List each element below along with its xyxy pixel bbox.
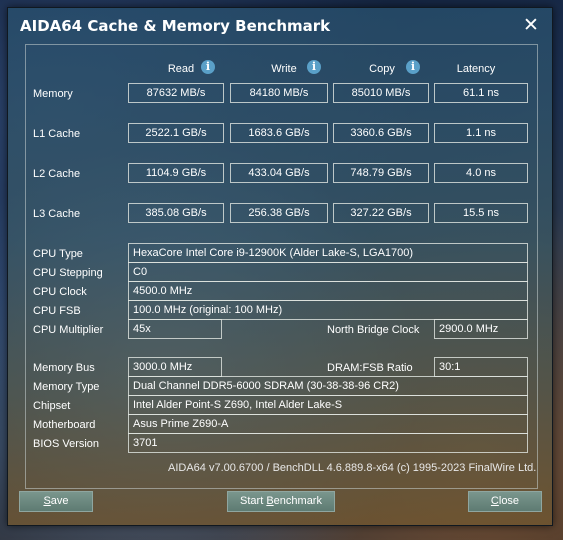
memory-read-value: 87632 MB/s bbox=[128, 83, 224, 103]
memory-bus-label: Memory Bus bbox=[33, 362, 95, 374]
header-write: Write bbox=[271, 63, 297, 75]
memory-latency-value: 61.1 ns bbox=[434, 83, 528, 103]
l1-read-value: 2522.1 GB/s bbox=[128, 123, 224, 143]
l2-read-value: 1104.9 GB/s bbox=[128, 163, 224, 183]
cpu-stepping-value: C0 bbox=[128, 262, 528, 282]
memory-type-label: Memory Type bbox=[33, 381, 100, 393]
close-icon[interactable]: ✕ bbox=[520, 14, 542, 36]
row-label-l1: L1 Cache bbox=[33, 128, 81, 140]
copy-info-icon[interactable]: i bbox=[406, 60, 420, 74]
cpu-type-value: HexaCore Intel Core i9-12900K (Alder Lak… bbox=[128, 243, 528, 263]
header-copy: Copy bbox=[369, 63, 395, 75]
nb-clock-value: 2900.0 MHz bbox=[434, 319, 528, 339]
chipset-value: Intel Alder Point-S Z690, Intel Alder La… bbox=[128, 395, 528, 415]
memory-copy-value: 85010 MB/s bbox=[333, 83, 429, 103]
cpu-type-label: CPU Type bbox=[33, 248, 83, 260]
nb-clock-label: North Bridge Clock bbox=[327, 324, 420, 336]
window-title: AIDA64 Cache & Memory Benchmark bbox=[20, 17, 331, 35]
row-label-l3: L3 Cache bbox=[33, 208, 81, 220]
start-benchmark-button[interactable]: Start Benchmark bbox=[227, 491, 335, 512]
l1-copy-value: 3360.6 GB/s bbox=[333, 123, 429, 143]
l2-copy-value: 748.79 GB/s bbox=[333, 163, 429, 183]
save-button[interactable]: Save bbox=[19, 491, 93, 512]
chipset-label: Chipset bbox=[33, 400, 71, 412]
l3-read-value: 385.08 GB/s bbox=[128, 203, 224, 223]
cpu-clock-value: 4500.0 MHz bbox=[128, 281, 528, 301]
start-label-pre: Start bbox=[240, 495, 267, 507]
l1-latency-value: 1.1 ns bbox=[434, 123, 528, 143]
bios-value: 3701 bbox=[128, 433, 528, 453]
cpu-stepping-label: CPU Stepping bbox=[33, 267, 103, 279]
start-label-post: enchmark bbox=[273, 495, 322, 507]
copyright-footer: AIDA64 v7.00.6700 / BenchDLL 4.6.889.8-x… bbox=[168, 462, 537, 474]
l3-write-value: 256.38 GB/s bbox=[230, 203, 328, 223]
close-label: lose bbox=[498, 495, 520, 507]
results-panel: Read i Write i Copy i Latency Memory 876… bbox=[25, 44, 538, 489]
cpu-multiplier-label: CPU Multiplier bbox=[33, 324, 104, 336]
l2-write-value: 433.04 GB/s bbox=[230, 163, 328, 183]
l2-latency-value: 4.0 ns bbox=[434, 163, 528, 183]
cpu-clock-label: CPU Clock bbox=[33, 286, 87, 298]
l3-copy-value: 327.22 GB/s bbox=[333, 203, 429, 223]
motherboard-label: Motherboard bbox=[33, 419, 96, 431]
save-label: ave bbox=[50, 495, 69, 507]
start-mnemonic: B bbox=[266, 495, 274, 507]
read-info-icon[interactable]: i bbox=[201, 60, 215, 74]
close-mnemonic: C bbox=[490, 495, 499, 507]
memory-bus-value: 3000.0 MHz bbox=[128, 357, 222, 377]
row-label-memory: Memory bbox=[33, 88, 73, 100]
row-label-l2: L2 Cache bbox=[33, 168, 81, 180]
save-mnemonic: S bbox=[43, 495, 51, 507]
close-button[interactable]: Close bbox=[468, 491, 542, 512]
dram-ratio-value: 30:1 bbox=[434, 357, 528, 377]
header-read: Read bbox=[167, 63, 195, 75]
bios-label: BIOS Version bbox=[33, 438, 100, 450]
title-bar: AIDA64 Cache & Memory Benchmark ✕ bbox=[8, 8, 552, 44]
cpu-multiplier-value: 45x bbox=[128, 319, 222, 339]
cpu-fsb-value: 100.0 MHz (original: 100 MHz) bbox=[128, 300, 528, 320]
memory-write-value: 84180 MB/s bbox=[230, 83, 328, 103]
motherboard-value: Asus Prime Z690-A bbox=[128, 414, 528, 434]
l1-write-value: 1683.6 GB/s bbox=[230, 123, 328, 143]
dram-ratio-label: DRAM:FSB Ratio bbox=[327, 362, 413, 374]
cpu-fsb-label: CPU FSB bbox=[33, 305, 81, 317]
l3-latency-value: 15.5 ns bbox=[434, 203, 528, 223]
memory-type-value: Dual Channel DDR5-6000 SDRAM (30-38-38-9… bbox=[128, 376, 528, 396]
benchmark-window: AIDA64 Cache & Memory Benchmark ✕ Read i… bbox=[7, 7, 553, 526]
header-latency: Latency bbox=[456, 63, 496, 75]
write-info-icon[interactable]: i bbox=[307, 60, 321, 74]
